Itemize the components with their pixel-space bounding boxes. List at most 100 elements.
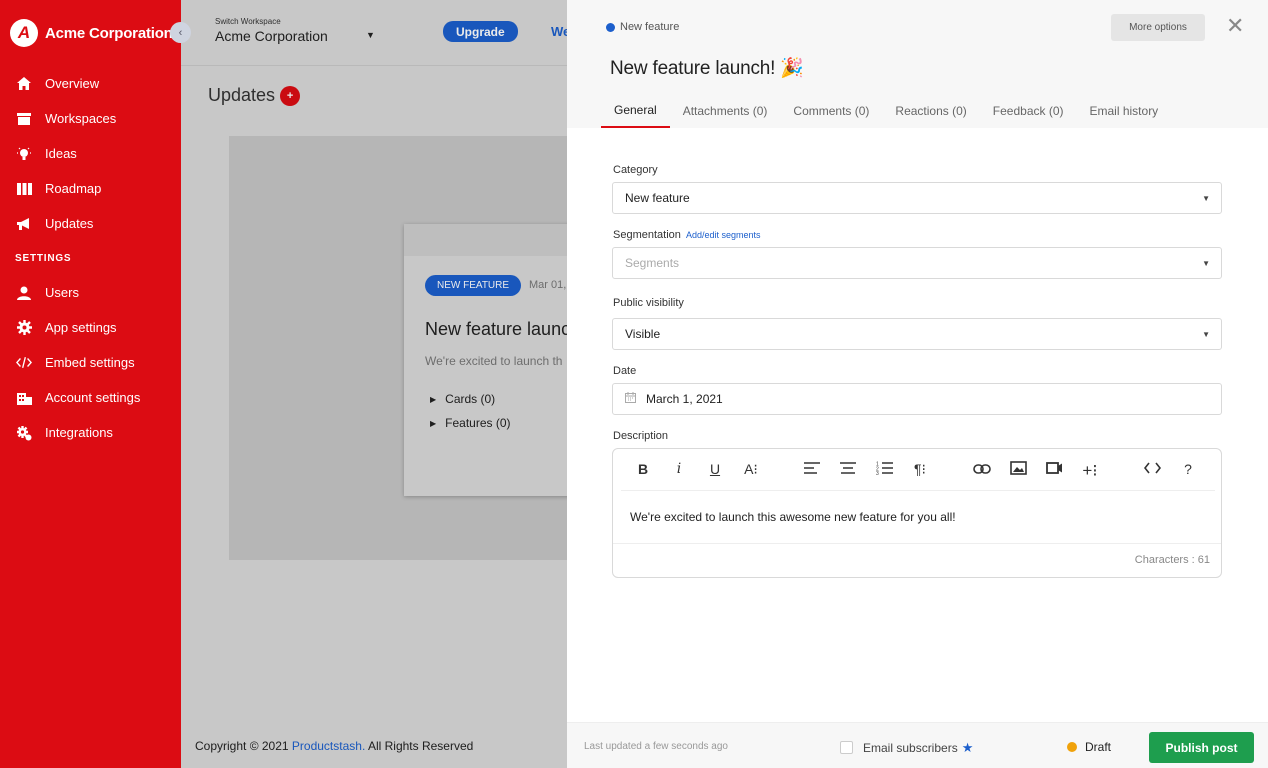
star-icon: ★ [961, 740, 974, 755]
sidebar-item-label: Ideas [45, 146, 77, 161]
inbox-icon [16, 112, 32, 125]
sidebar-item-embed-settings[interactable]: Embed settings [0, 345, 181, 380]
segmentation-label-text: Segmentation [613, 229, 681, 241]
caret-down-icon: ▼ [1202, 194, 1210, 203]
sidebar-item-app-settings[interactable]: App settings [0, 310, 181, 345]
sidebar-item-workspaces[interactable]: Workspaces [0, 101, 181, 136]
tab-email-history[interactable]: Email history [1077, 94, 1172, 128]
caret-down-icon: ▼ [1202, 330, 1210, 339]
editor-toolbar: B i U A⁝ 123 ¶⁝ +⁝ ? [621, 449, 1215, 491]
calendar-icon [625, 392, 636, 406]
sidebar-item-label: Embed settings [45, 355, 135, 370]
close-icon[interactable]: ✕ [1226, 15, 1244, 37]
ordered-list-icon[interactable]: 123 [874, 461, 894, 478]
date-picker[interactable]: March 1, 2021 [612, 383, 1222, 415]
chevron-left-icon: ‹ [178, 26, 183, 39]
email-subscribers-label[interactable]: Email subscribers ★ [863, 740, 973, 756]
email-subscribers-checkbox[interactable] [840, 741, 853, 754]
email-subscribers-text: Email subscribers [863, 741, 958, 755]
collapse-sidebar-button[interactable]: ‹ [170, 22, 191, 43]
sidebar-item-ideas[interactable]: Ideas [0, 136, 181, 171]
sidebar-item-label: Updates [45, 216, 94, 231]
description-label: Description [613, 430, 669, 442]
sidebar-item-label: Integrations [45, 425, 113, 440]
segments-placeholder: Segments [625, 256, 680, 270]
align-center-icon[interactable] [838, 461, 858, 477]
sidebar-item-label: Overview [45, 76, 100, 91]
acme-logo-icon: A [10, 19, 38, 47]
category-select[interactable]: New feature ▼ [612, 182, 1222, 214]
modal-backdrop[interactable] [181, 0, 567, 768]
sidebar-item-label: Workspaces [45, 111, 117, 126]
sidebar-item-updates[interactable]: Updates [0, 206, 181, 241]
megaphone-icon [16, 217, 32, 231]
code-icon [16, 356, 32, 369]
tab-general[interactable]: General [601, 94, 670, 128]
sidebar-item-label: Account settings [45, 390, 141, 405]
columns-icon [16, 182, 32, 195]
sidebar-nav: Overview Workspaces Ideas Roadmap Update… [0, 66, 181, 450]
font-size-icon[interactable]: A⁝ [741, 461, 761, 478]
italic-icon[interactable]: i [669, 461, 689, 477]
segments-select[interactable]: Segments ▼ [612, 247, 1222, 279]
home-icon [16, 77, 32, 90]
settings-heading: SETTINGS [15, 252, 72, 264]
user-icon [16, 286, 32, 300]
status-text: Draft [1085, 740, 1112, 754]
sidebar-item-label: Users [45, 285, 79, 300]
underline-icon[interactable]: U [705, 461, 725, 477]
category-dot-icon [606, 22, 615, 32]
status-indicator[interactable]: Draft [1067, 740, 1111, 754]
image-icon[interactable] [1008, 461, 1028, 478]
paragraph-icon[interactable]: ¶⁝ [910, 461, 930, 478]
editor-footer: Characters : 61 [613, 543, 1221, 577]
link-icon[interactable] [972, 461, 992, 477]
code-view-icon[interactable] [1142, 461, 1162, 477]
description-editor[interactable]: B i U A⁝ 123 ¶⁝ +⁝ ? We're excited to la… [612, 448, 1222, 578]
caret-down-icon: ▼ [1202, 259, 1210, 268]
edit-update-drawer: New feature More options ✕ New feature l… [567, 0, 1268, 768]
tab-attachments[interactable]: Attachments (0) [670, 94, 781, 128]
add-edit-segments-link[interactable]: Add/edit segments [686, 230, 761, 240]
last-updated-text: Last updated a few seconds ago [584, 741, 728, 752]
insert-more-icon[interactable]: +⁝ [1080, 461, 1100, 481]
more-options-button[interactable]: More options [1111, 14, 1205, 41]
drawer-tabs: General Attachments (0) Comments (0) Rea… [601, 94, 1171, 128]
sidebar-item-users[interactable]: Users [0, 275, 181, 310]
sidebar-item-integrations[interactable]: Integrations [0, 415, 181, 450]
sidebar-item-account-settings[interactable]: Account settings [0, 380, 181, 415]
tab-feedback[interactable]: Feedback (0) [980, 94, 1077, 128]
drawer-footer: Last updated a few seconds ago Email sub… [567, 722, 1268, 768]
gear-plug-icon [16, 425, 32, 441]
category-value: New feature [625, 191, 690, 205]
visibility-label: Public visibility [613, 297, 684, 309]
character-count: Characters : 61 [1134, 554, 1210, 566]
sidebar-item-roadmap[interactable]: Roadmap [0, 171, 181, 206]
sidebar: A Acme Corporation Overview Workspaces I… [0, 0, 181, 768]
date-value: March 1, 2021 [646, 392, 723, 406]
sidebar-item-label: App settings [45, 320, 117, 335]
category-label: Category [613, 164, 658, 176]
visibility-select[interactable]: Visible ▼ [612, 318, 1222, 350]
brand[interactable]: A Acme Corporation [10, 19, 173, 47]
post-title[interactable]: New feature launch! 🎉 [610, 56, 804, 80]
breadcrumb: New feature [606, 21, 679, 33]
segmentation-label: Segmentation Add/edit segments [613, 229, 761, 241]
date-label: Date [613, 365, 637, 377]
publish-post-button[interactable]: Publish post [1149, 732, 1254, 763]
lightbulb-icon [16, 146, 32, 162]
align-left-icon[interactable] [802, 461, 822, 477]
video-icon[interactable] [1044, 461, 1064, 477]
building-icon [16, 391, 32, 405]
tab-reactions[interactable]: Reactions (0) [882, 94, 979, 128]
visibility-value: Visible [625, 327, 661, 341]
svg-text:3: 3 [876, 471, 879, 475]
bold-icon[interactable]: B [633, 461, 653, 477]
sidebar-item-label: Roadmap [45, 181, 102, 196]
description-text[interactable]: We're excited to launch this awesome new… [630, 510, 956, 524]
gear-icon [16, 320, 32, 335]
sidebar-item-overview[interactable]: Overview [0, 66, 181, 101]
breadcrumb-category: New feature [620, 21, 680, 33]
tab-comments[interactable]: Comments (0) [780, 94, 882, 128]
help-icon[interactable]: ? [1178, 461, 1198, 477]
